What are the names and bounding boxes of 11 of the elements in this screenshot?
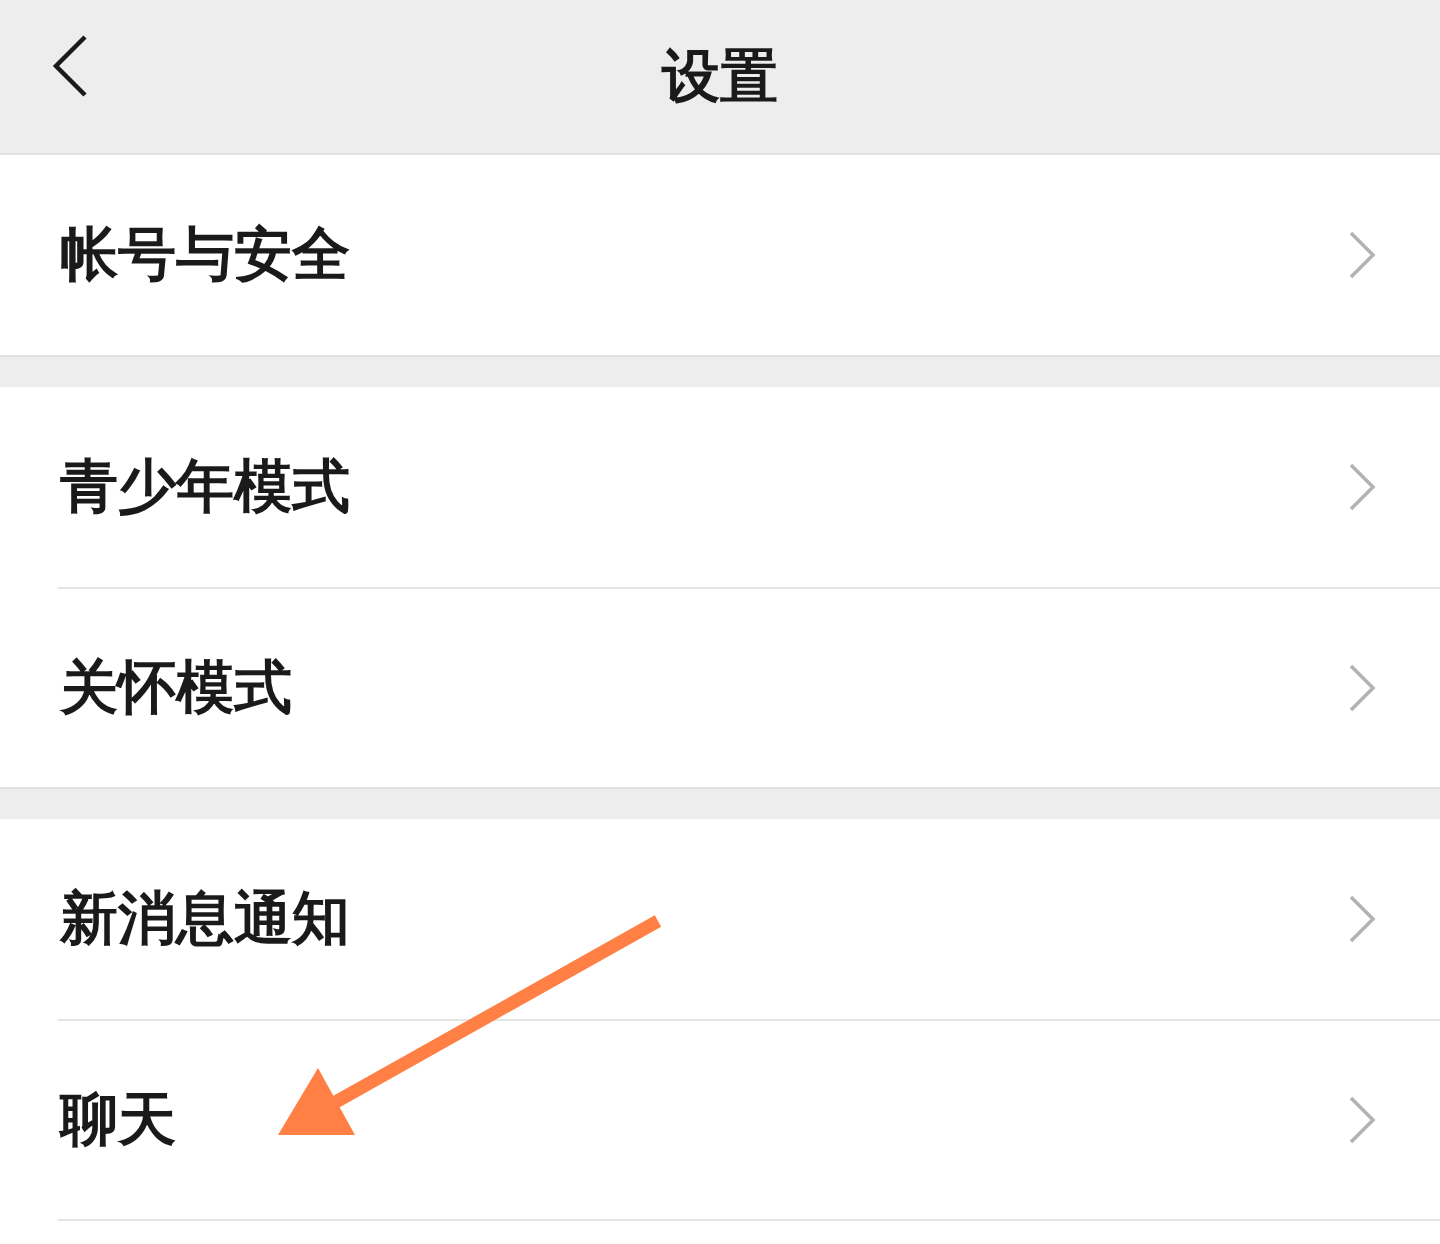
chevron-right-icon xyxy=(1348,463,1376,511)
page-title: 设置 xyxy=(662,40,778,112)
chevron-right-icon xyxy=(1348,895,1376,943)
back-icon xyxy=(52,34,88,98)
settings-item[interactable]: 青少年模式 xyxy=(0,387,1440,587)
settings-item[interactable]: 新消息通知 xyxy=(0,819,1440,1019)
settings-item[interactable]: 关怀模式 xyxy=(58,587,1440,787)
chevron-right-icon xyxy=(1348,231,1376,279)
chevron-right-icon xyxy=(1348,1096,1376,1144)
chevron-right-icon xyxy=(1348,664,1376,712)
settings-item[interactable]: 帐号与安全 xyxy=(0,155,1440,355)
